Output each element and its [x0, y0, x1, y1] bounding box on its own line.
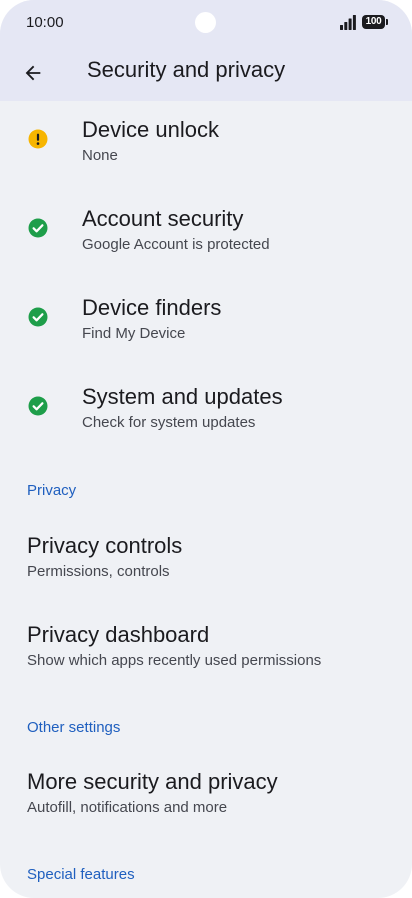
item-title: Device finders	[82, 295, 222, 320]
signal-icon	[340, 15, 356, 30]
camera-cutout	[195, 12, 216, 33]
item-title: Device unlock	[82, 117, 219, 142]
phone-screen: 10:00 100 Security and privacy Device un…	[0, 0, 412, 898]
back-button[interactable]	[14, 54, 52, 92]
status-bar: 10:00 100	[0, 0, 412, 46]
status-time: 10:00	[26, 14, 64, 31]
item-subtitle: Show which apps recently used permission…	[27, 652, 322, 669]
item-title: Privacy dashboard	[27, 622, 210, 647]
check-circle-icon	[28, 307, 48, 327]
item-subtitle: Check for system updates	[82, 414, 256, 431]
section-header-privacy: Privacy	[27, 482, 77, 499]
list-item-device-unlock[interactable]: Device unlock None	[0, 101, 412, 190]
item-subtitle: None	[82, 147, 118, 164]
list-item-privacy-controls[interactable]: Privacy controls Permissions, controls	[0, 517, 412, 606]
check-circle-icon	[28, 218, 48, 238]
item-title: Privacy controls	[27, 533, 183, 558]
list-item-device-finders[interactable]: Device finders Find My Device	[0, 279, 412, 368]
battery-icon: 100	[362, 15, 388, 29]
item-subtitle: Google Account is protected	[82, 236, 270, 253]
item-subtitle: Permissions, controls	[27, 563, 170, 580]
check-circle-icon	[28, 396, 48, 416]
item-title: Account security	[82, 206, 244, 231]
app-bar: Security and privacy	[0, 46, 412, 101]
list-item-account-security[interactable]: Account security Google Account is prote…	[0, 190, 412, 279]
page-title: Security and privacy	[87, 57, 286, 82]
arrow-back-icon	[25, 65, 41, 81]
item-subtitle: Find My Device	[82, 325, 186, 342]
item-subtitle: Autofill, notifications and more	[27, 799, 228, 816]
item-title: More security and privacy	[27, 769, 278, 794]
list-item-system-updates[interactable]: System and updates Check for system upda…	[0, 368, 412, 457]
section-header-other-settings: Other settings	[27, 719, 121, 736]
list-item-more-security-privacy[interactable]: More security and privacy Autofill, noti…	[0, 753, 412, 842]
item-title: System and updates	[82, 384, 283, 409]
section-header-special-features: Special features	[27, 866, 135, 883]
list-item-privacy-dashboard[interactable]: Privacy dashboard Show which apps recent…	[0, 606, 412, 695]
warning-icon	[28, 129, 48, 149]
